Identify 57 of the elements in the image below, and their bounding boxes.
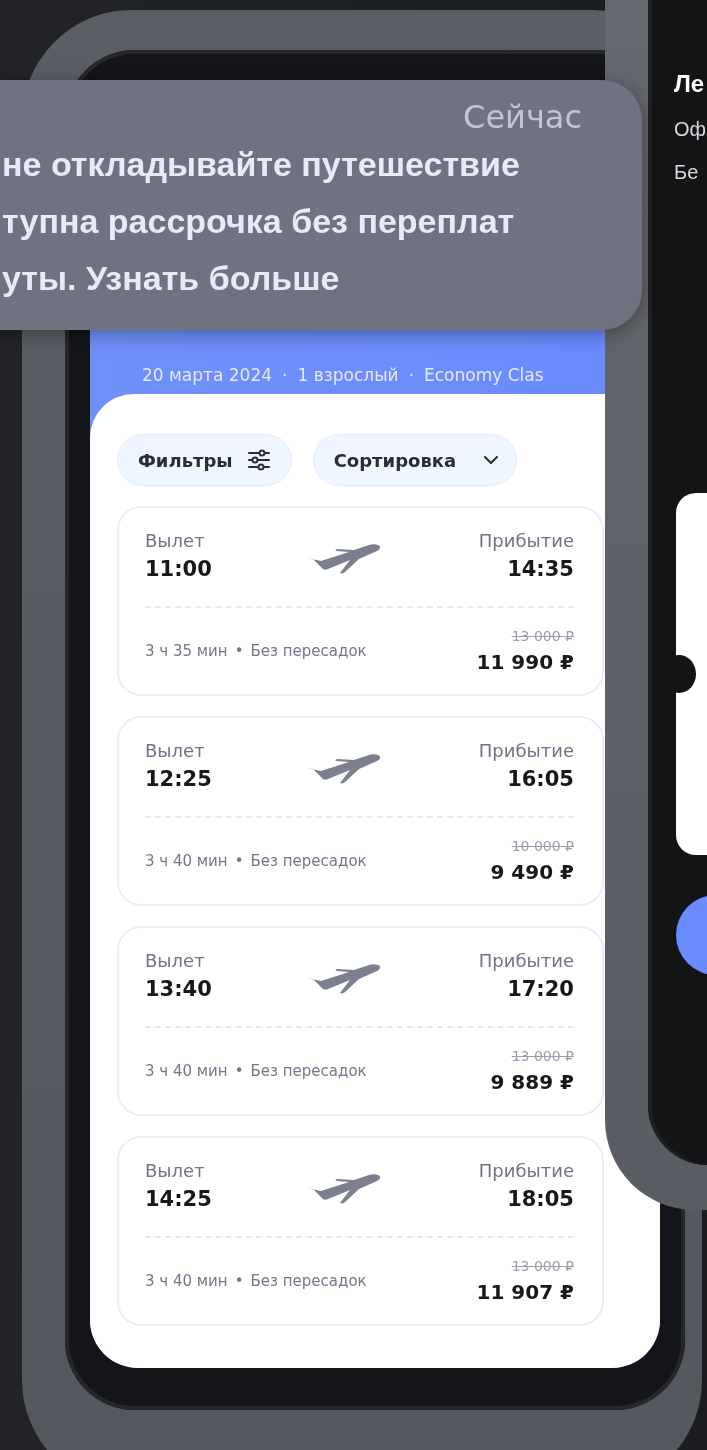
screen-text: Бе bbox=[674, 161, 700, 184]
price: 11 990 ₽ bbox=[476, 650, 574, 674]
arrival-label: Прибытие bbox=[478, 950, 574, 971]
notification-text: не откладывайте путешествие bbox=[2, 144, 521, 185]
separator-dot: • bbox=[234, 1272, 244, 1290]
search-detail: 1 взрослый bbox=[297, 365, 399, 385]
sliders-icon bbox=[246, 448, 271, 472]
arrival-label: Прибытие bbox=[478, 740, 574, 761]
price: 11 907 ₽ bbox=[476, 1280, 574, 1304]
separator-dot: • bbox=[234, 1062, 244, 1080]
notification-text: тупна рассрочка без переплат bbox=[2, 201, 516, 242]
sort-button[interactable]: Сортировка bbox=[312, 434, 518, 486]
price: 9 889 ₽ bbox=[490, 1070, 574, 1094]
notification-text: уты. Узнать больше bbox=[2, 258, 341, 299]
search-detail: 20 марта 2024 bbox=[142, 365, 273, 385]
stops-label: Без пересадок bbox=[250, 1062, 367, 1080]
departure-time: 14:25 bbox=[145, 1187, 212, 1211]
departure-time: 11:00 bbox=[145, 557, 212, 581]
separator-dot: · bbox=[282, 365, 288, 385]
notification-banner[interactable]: Сейчас не откладывайте путешествие тупна рассрочка без переплат уты. Узнать больше bbox=[0, 80, 642, 330]
old-price: 13 000 ₽ bbox=[511, 1048, 574, 1064]
departure-time: 12:25 bbox=[145, 767, 212, 791]
old-price: 10 000 ₽ bbox=[511, 838, 574, 854]
separator-dot: • bbox=[234, 642, 244, 660]
search-detail: Economy Clas bbox=[424, 365, 544, 385]
screen-text: Оф bbox=[674, 118, 706, 141]
flight-card[interactable]: Вылет 13:40 Прибытие 17:20 3 ч 40 мин • Без пересадок 13 000 ₽ 9 889 ₽ bbox=[117, 926, 604, 1116]
arrival-time: 18:05 bbox=[507, 1187, 574, 1211]
old-price: 13 000 ₽ bbox=[511, 1258, 574, 1274]
flight-card[interactable]: Вылет 11:00 Прибытие 14:35 3 ч 35 мин • Без пересадок 13 000 ₽ 11 990 ₽ bbox=[117, 506, 604, 696]
price: 9 490 ₽ bbox=[490, 860, 574, 884]
flight-card[interactable]: Вылет 12:25 Прибытие 16:05 3 ч 40 мин • Без пересадок 10 000 ₽ 9 490 ₽ bbox=[117, 716, 604, 906]
separator-dot: • bbox=[234, 852, 244, 870]
arrival-time: 17:20 bbox=[507, 977, 574, 1001]
departure-time: 13:40 bbox=[145, 977, 212, 1001]
filter-button[interactable]: Фильтры bbox=[117, 434, 292, 486]
separator-dot: · bbox=[408, 365, 415, 385]
arrival-label: Прибытие bbox=[478, 530, 574, 551]
stops-label: Без пересадок bbox=[250, 852, 367, 870]
departure-label: Вылет bbox=[145, 530, 206, 551]
arrival-time: 14:35 bbox=[507, 557, 574, 581]
flight-duration: 3 ч 40 мин bbox=[145, 1062, 228, 1080]
flight-duration: 3 ч 35 мин bbox=[145, 642, 228, 660]
notification-time: Сейчас bbox=[463, 98, 582, 136]
stops-label: Без пересадок bbox=[250, 642, 367, 660]
flight-card[interactable]: Вылет 14:25 Прибытие 18:05 3 ч 40 мин • Без пересадок 13 000 ₽ 11 907 ₽ bbox=[117, 1136, 604, 1326]
departure-label: Вылет bbox=[145, 740, 206, 761]
flight-duration: 3 ч 40 мин bbox=[145, 1272, 228, 1290]
arrival-time: 16:05 bbox=[507, 767, 574, 791]
stops-label: Без пересадок bbox=[250, 1272, 367, 1290]
departure-label: Вылет bbox=[145, 1160, 206, 1181]
flight-duration: 3 ч 40 мин bbox=[145, 852, 228, 870]
old-price: 13 000 ₽ bbox=[511, 628, 574, 644]
arrival-label: Прибытие bbox=[478, 1160, 574, 1181]
departure-label: Вылет bbox=[145, 950, 206, 971]
chevron-down-icon bbox=[484, 456, 499, 464]
screen-title: Ле bbox=[674, 70, 706, 98]
